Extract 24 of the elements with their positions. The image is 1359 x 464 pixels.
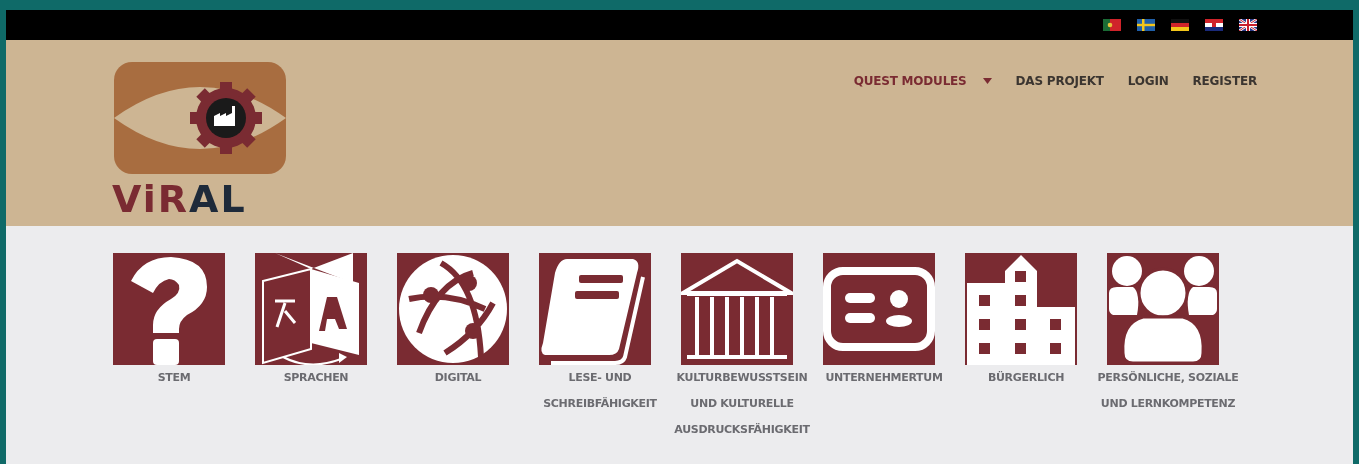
id-card-icon[interactable] xyxy=(823,253,935,365)
module-link[interactable]: SPRACHEN xyxy=(245,365,387,391)
module-link[interactable]: BÜRGERLICH xyxy=(955,365,1097,391)
globe-icon[interactable] xyxy=(397,253,509,365)
module-link[interactable]: DIGITAL xyxy=(387,365,529,391)
nav-link[interactable]: DAS PROJEKT xyxy=(1015,72,1104,90)
question-mark-icon[interactable] xyxy=(113,253,225,365)
module-link[interactable]: LESE- UND SCHREIBFÄHIGKEIT xyxy=(529,365,671,417)
module-link[interactable]: PERSÖNLICHE, SOZIALE UND LERNKOMPETENZ xyxy=(1097,365,1239,417)
building-icon[interactable] xyxy=(965,253,1077,365)
columns-building-icon[interactable] xyxy=(681,253,793,365)
language-flag-icon[interactable] xyxy=(1171,19,1189,31)
language-flag-icon[interactable] xyxy=(1239,19,1257,31)
module-link[interactable]: STEM xyxy=(103,365,245,391)
nav-link[interactable]: QUEST MODULES xyxy=(853,72,992,90)
module-link[interactable]: KULTURBEWUSSTSEIN UND KULTURELLE AUSDRUCKSFÄHIGKEIT xyxy=(671,365,813,443)
translation-icon[interactable] xyxy=(255,253,367,365)
book-icon[interactable] xyxy=(539,253,651,365)
nav-link[interactable]: REGISTER xyxy=(1192,72,1257,90)
nav-link[interactable]: LOGIN xyxy=(1127,72,1169,90)
caret-icon xyxy=(982,78,992,84)
language-flag-icon[interactable] xyxy=(1205,19,1223,31)
people-icon[interactable] xyxy=(1107,253,1219,365)
module-link[interactable]: UNTERNEHMERTUM xyxy=(813,365,955,391)
